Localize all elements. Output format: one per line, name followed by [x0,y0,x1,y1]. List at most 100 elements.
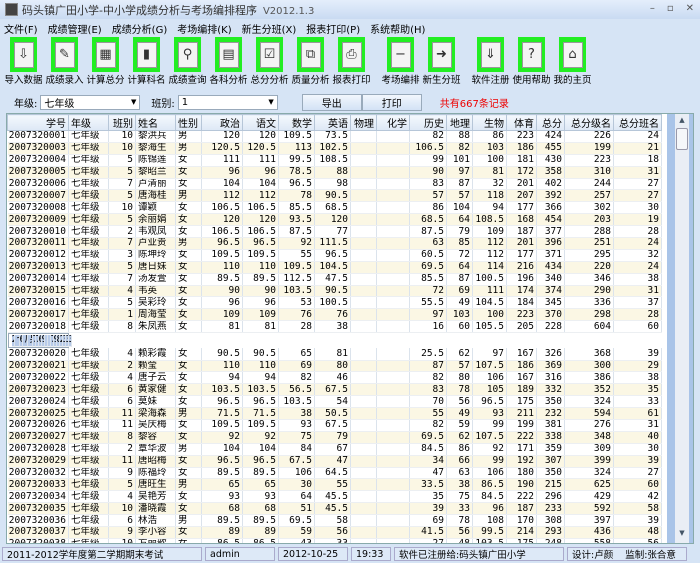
table-cell: 109.5 [278,130,315,143]
column-header[interactable]: 总分班名 [613,114,662,131]
maximize-icon[interactable]: ▫ [667,3,674,14]
table-row[interactable]: 2007320005 七年级 5 黎昭兰女 96 96 78.5 88 90 97 81 172 358… [7,166,662,179]
column-header[interactable]: 年级 [68,114,109,131]
table-row[interactable]: 2007320004 七年级 5 陈锦莲女 111 111 99.5 108.5 99 101 10… [7,154,662,167]
table-cell: 2007320035 [7,502,69,516]
table-row[interactable]: 2007320022 七年级 4 唐子云女 94 94 82 46 82 80 106 167 316 3… [7,371,662,385]
toolbar-button[interactable]: ⇓ 软件注册 [470,37,511,91]
column-header[interactable]: 班别 [108,114,136,131]
scroll-up-icon[interactable]: ▲ [675,116,689,124]
toolbar-button[interactable]: ⇩ 导入数据 [3,37,44,91]
column-header[interactable]: 英语 [314,114,351,131]
table-row[interactable]: 2007320007 七年级 5 唐海桂男 112 112 78 90.5 57 57 118 207… [7,189,662,203]
table-row[interactable]: 2007320028 七年级 2 覃华波男 104 104 84 67 84.5 86 92 171 3… [7,443,662,456]
class-select[interactable]: 1 ▼ [177,94,278,110]
column-header[interactable]: 姓名 [135,114,176,131]
table-row[interactable]: 2007320006 七年级 7 卢清丽女 104 104 96.5 98 83 87 32 201 4… [7,178,662,191]
toolbar-button[interactable]: ⎙ 报表打印 [331,37,372,91]
table-cell: 30 [278,478,315,492]
table-row[interactable]: 2007320034 七年级 4 吴艳芳女 93 93 64 45.5 35 75 84.5 222 2… [7,490,662,504]
toolbar-button[interactable]: ? 使用帮助 [511,37,552,91]
table-row[interactable]: 2007320029 七年级 11 唐昭梅女 96.5 96.5 67.5 47 34 66 99 1… [7,455,662,468]
table-row[interactable]: 2007320025 七年级 11 梁海森男 71.5 71.5 38 50.5 55 49 93 2… [7,407,662,420]
table-cell: 96.5 [242,237,279,250]
table-cell: 114 [472,261,507,274]
column-header[interactable]: 语文 [242,114,279,131]
toolbar-button[interactable]: ⧉ 质量分析 [290,37,331,91]
toolbar-button[interactable]: ✎ 成绩录入 [44,37,85,91]
table-row[interactable]: 2007320003 七年级 10 黎海生男 120.5 120.5 113 102.5 106… [7,142,662,155]
column-header[interactable]: 数学 [278,114,315,131]
menu-item[interactable]: 成绩分析(G) [112,21,168,36]
toolbar-button[interactable]: ☑ 总分分析 [249,37,290,91]
toolbar-button[interactable]: ➜ 新生分班 [421,37,462,91]
table-row[interactable]: 2007320015 七年级 4 韦英女 90 90 103.5 90.5 72 69 111 174… [7,285,662,298]
column-header[interactable]: 政治 [201,114,243,131]
table-row[interactable]: 2007320033 七年级 5 唐旺生男 65 65 30 55 33.5 38 86.5 190 2… [7,478,662,492]
table-row[interactable]: 2007320010 七年级 2 韦观凤女 106.5 106.5 87.5 77 87.5 79… [7,225,662,239]
toolbar-button[interactable]: ⌂ 我的主页 [552,37,593,91]
table-row[interactable]: 2007320036 七年级 6 林浩男 89.5 89.5 69.5 58 69 78 108 17… [7,514,662,527]
minimize-icon[interactable]: – [650,3,655,14]
scroll-thumb[interactable] [676,128,688,150]
column-header[interactable]: 性别 [175,114,202,131]
table-cell [350,142,377,155]
column-header[interactable]: 总分 [536,114,565,131]
column-header[interactable]: 化学 [376,114,410,131]
toolbar-button[interactable]: − 考场编排 [380,37,421,91]
menu-item[interactable]: 考场编排(K) [177,21,231,36]
table-row[interactable]: 2007320014 七年级 7 汤发萱女 89.5 89.5 112.5 47.5 85.5 8… [7,273,662,286]
column-header[interactable]: 总分级名 [564,114,614,131]
table-row[interactable]: 2007320023 七年级 6 黄家健女 103.5 103.5 56.5 67.5 83 78… [7,383,662,397]
column-header[interactable]: 生物 [472,114,507,131]
scores-table[interactable]: 学号 年级 班别 姓名 性别 政治 语文 数学 英语 物理 化学 历史 地理 生物 体育 总分 总分级名 总分班名… [6,113,694,544]
table-row[interactable]: 2007320016 七年级 5 吴彩玲女 96 96 53 100.5 55.5 49 104.5… [7,296,662,310]
table-row[interactable]: 2007320027 七年级 8 黎容女 92 92 75 79 69.5 62 107.5 222 3… [7,431,662,444]
table-row[interactable]: 2007320011 七年级 7 卢业贵男 96.5 96.5 92 111.5 63 85 112… [7,237,662,250]
column-header[interactable]: 地理 [446,114,473,131]
table-row[interactable]: 2007320009 七年级 5 余丽娟女 120 120 93.5 120 68.5 64 108… [7,213,662,227]
table-cell: 莫妹 [135,395,176,409]
table-cell: 47.5 [314,273,351,286]
table-row[interactable]: 2007320037 七年级 9 李小容女 89 89 59 56 41.5 56 99.5 214 2… [7,526,662,539]
column-header[interactable]: 体育 [506,114,537,131]
toolbar-button[interactable]: ▮ 计算科名 [126,37,167,91]
table-row[interactable]: 2007320019七年级6周东锟男78.578.56691.571938921… [7,333,72,349]
table-cell: 80 [314,360,351,373]
print-button[interactable]: 打印 [361,93,422,111]
table-row[interactable]: 2007320020 七年级 4 赖彩霞女 90.5 90.5 65 81 25.5 62 97 16… [7,348,662,361]
menu-item[interactable]: 新生分班(X) [242,21,297,36]
table-row[interactable]: 2007320018 七年级 8 朱凤燕女 81 81 28 38 16 60 105.5 205 22… [7,320,662,334]
toolbar-button[interactable]: ▦ 计算总分 [85,37,126,91]
toolbar-button[interactable]: ⚲ 成绩查询 [167,37,208,91]
table-row[interactable]: 2007320013 七年级 5 唐日妹女 110 110 109.5 104.5 69.5 64… [7,261,662,274]
table-row[interactable]: 2007320008 七年级 10 谭颖女 106.5 106.5 85.5 68.5 86 10… [7,201,662,215]
table-row[interactable]: 2007320012 七年级 3 陈坤玲女 109.5 109.5 55 96.5 60.5 72… [7,249,662,262]
table-row[interactable]: 2007320035 七年级 10 潘晓霞女 68 68 51 45.5 39 33 96 187 23… [7,502,662,516]
scroll-down-icon[interactable]: ▼ [675,529,689,537]
table-cell: 82 [409,371,447,385]
table-row[interactable]: 2007320026 七年级 11 吴庆梅女 109.5 109.5 93 67.5 82 59 9… [7,419,662,432]
table-cell: 2007320027 [7,431,69,444]
column-header[interactable]: 物理 [350,114,377,131]
menu-item[interactable]: 系统帮助(H) [370,21,425,36]
close-icon[interactable]: ✕ [686,3,694,14]
table-row[interactable]: 2007320021 七年级 2 赖莹女 110 110 69 80 87 57 107.5 186 3… [7,360,662,373]
table-cell [350,490,377,504]
vertical-scrollbar[interactable]: ▲ ▼ [667,114,693,543]
table-row[interactable]: 2007320032 七年级 9 陈福玲女 89.5 89.5 106 64.5 47 63 106… [7,467,662,480]
export-button[interactable]: 导出 [301,93,362,111]
menu-item[interactable]: 文件(F) [4,21,38,36]
column-header[interactable]: 学号 [7,114,69,131]
menu-item[interactable]: 报表打印(P) [306,21,360,36]
toolbar-button[interactable]: ▤ 各科分析 [208,37,249,91]
table-row[interactable]: 2007320038 七年级 10 方丽歆女 86.5 86.5 43 33 27 48 103.5… [7,538,662,543]
table-cell: 七年级 [68,431,109,444]
column-header[interactable]: 历史 [409,114,447,131]
table-row[interactable]: 2007320017 七年级 1 周海莹女 109 109 76 76 97 103 100 223 3… [7,308,662,322]
table-row[interactable]: 2007320001 七年级 10 黎洪兵男 120 120 109.5 73.5 82 88 86… [7,130,662,143]
table-row[interactable]: 2007320024 七年级 6 莫妹女 96.5 96.5 103.5 54 70 56 96.5… [7,395,662,409]
table-cell: 七年级 [68,166,109,179]
menu-item[interactable]: 成绩管理(E) [48,21,102,36]
grade-select[interactable]: 七年级 ▼ [40,94,141,110]
